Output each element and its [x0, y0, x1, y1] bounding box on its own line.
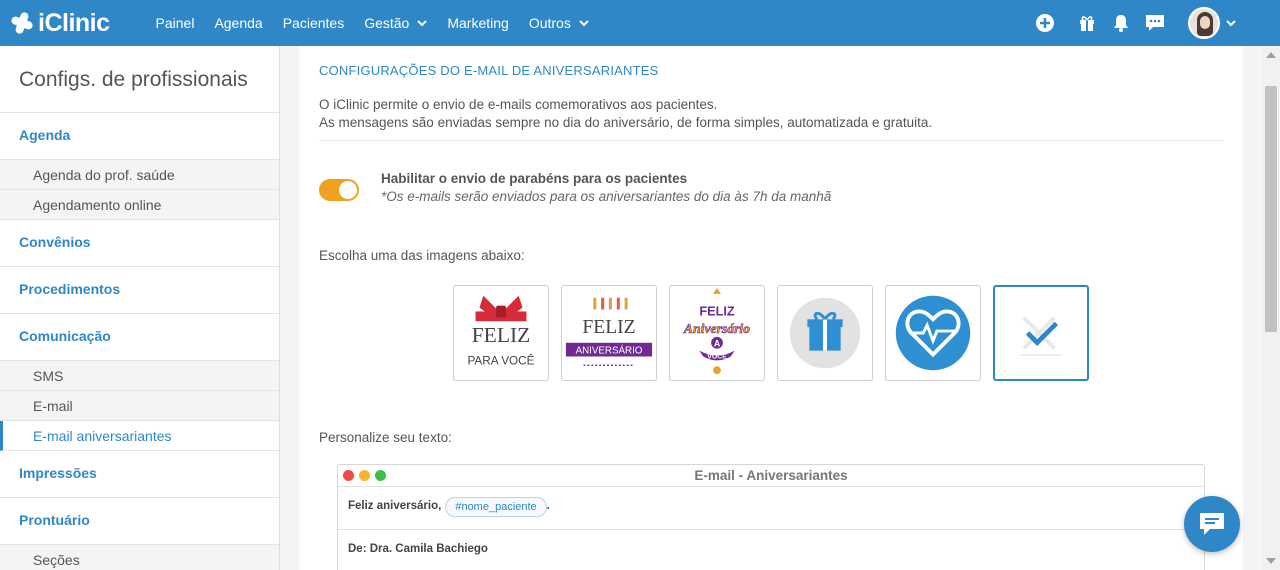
patient-name-tag[interactable]: #nome_paciente: [445, 497, 547, 517]
party-card-image: FELIZ Aniversário A VOCÊ: [683, 287, 751, 375]
sidebar-section-convenios[interactable]: Convênios: [0, 220, 279, 267]
nav-label: Marketing: [447, 15, 509, 31]
sidebar-title: Configs. de profissionais: [0, 46, 279, 113]
support-chat-button[interactable]: [1184, 496, 1240, 552]
sidebar-item-email[interactable]: E-mail: [0, 391, 279, 421]
sidebar-section-impressoes[interactable]: Impressões: [0, 451, 279, 498]
sidebar-section-procedimentos[interactable]: Procedimentos: [0, 267, 279, 314]
image-text: Aniversário: [683, 321, 750, 336]
sidebar-section-prontuario[interactable]: Prontuário: [0, 498, 279, 545]
logo-cross-icon: [11, 12, 33, 34]
nav-label: Agenda: [214, 15, 263, 31]
nav-label: Outros: [528, 15, 571, 31]
section-description: O iClinic permite o envio de e-mails com…: [319, 96, 932, 132]
avatar-face: [1200, 16, 1210, 29]
image-option-gift[interactable]: [777, 285, 873, 381]
top-navbar: iClinic Painel Agenda Pacientes Gestão M…: [0, 0, 1280, 46]
chat-icon[interactable]: [1144, 12, 1166, 34]
toggle-note: *Os e-mails serão enviados para os anive…: [381, 189, 832, 204]
image-text: PARA VOCÊ: [467, 354, 534, 367]
image-text: ANIVERSÁRIO: [576, 346, 643, 357]
heart-card-image: [895, 295, 971, 371]
sidebar-section-comunicacao[interactable]: Comunicação: [0, 314, 279, 361]
birthday-email-toggle[interactable]: [319, 179, 359, 201]
nav-gestao[interactable]: Gestão: [364, 15, 428, 31]
toggle-knob: [339, 181, 357, 199]
sidebar-item-sms[interactable]: SMS: [0, 361, 279, 391]
sidebar-section-agenda[interactable]: Agenda: [0, 113, 279, 160]
image-text: VOCÊ: [707, 351, 727, 360]
image-option-heart[interactable]: [885, 285, 981, 381]
nav-agenda[interactable]: Agenda: [214, 15, 262, 31]
gift-icon[interactable]: [1076, 12, 1098, 34]
image-text: FELIZ: [472, 323, 531, 347]
image-text: FELIZ: [582, 317, 635, 338]
gift-card-image: [789, 297, 861, 369]
editor-title: E-mail - Aniversariantes: [694, 468, 848, 483]
from-text: De: Dra. Camila Bachiego: [348, 543, 488, 555]
choose-image-label: Escolha uma das imagens abaixo:: [319, 248, 525, 263]
nav-painel[interactable]: Painel: [156, 15, 195, 31]
plus-circle-icon[interactable]: [1034, 12, 1056, 34]
scrollbar-thumb[interactable]: [1265, 86, 1277, 332]
sidebar-item-secoes[interactable]: Seções: [0, 545, 279, 570]
image-text: A: [714, 339, 721, 349]
sidebar-item-agendamento-online[interactable]: Agendamento online: [0, 190, 279, 220]
settings-sidebar: Configs. de profissionais Agenda Agenda …: [0, 46, 280, 570]
avatar[interactable]: [1188, 7, 1220, 39]
checkmark-icon: [1019, 316, 1063, 356]
nav-label: Painel: [155, 15, 195, 31]
description-line: O iClinic permite o envio de e-mails com…: [319, 97, 718, 112]
logo-text: iClinic: [38, 8, 110, 37]
candles-card-image: FELIZ ANIVERSÁRIO: [565, 297, 653, 367]
nav-label: Pacientes: [282, 15, 345, 31]
nav-label: Gestão: [364, 15, 410, 31]
section-title: CONFIGURAÇÕES DO E-MAIL DE ANIVERSARIANT…: [319, 63, 659, 78]
toggle-label: Habilitar o envio de parabéns para os pa…: [381, 171, 688, 186]
image-text: FELIZ: [699, 303, 735, 318]
iclinic-logo[interactable]: iClinic: [10, 9, 110, 38]
greeting-text: Feliz aniversário,: [348, 500, 442, 512]
chevron-down-icon[interactable]: [1226, 18, 1236, 28]
description-line: As mensagens são enviadas sempre no dia …: [319, 115, 933, 130]
image-option-feliz-para-voce[interactable]: FELIZ PARA VOCÊ: [453, 285, 549, 381]
chat-bubble-icon: [1200, 513, 1224, 535]
image-option-feliz-aniversario[interactable]: FELIZ ANIVERSÁRIO: [561, 285, 657, 381]
image-option-feliz-aniversario-a-voce[interactable]: FELIZ Aniversário A VOCÊ: [669, 285, 765, 381]
sidebar-item-agenda-prof[interactable]: Agenda do prof. saúde: [0, 160, 279, 190]
personalize-label: Personalize seu texto:: [319, 430, 452, 445]
ribbon-card-image: FELIZ PARA VOCÊ: [467, 295, 535, 367]
top-actions: [1022, 0, 1236, 46]
greeting-end: .: [546, 500, 550, 512]
nav-pacientes[interactable]: Pacientes: [283, 15, 344, 31]
editor-titlebar: E-mail - Aniversariantes: [338, 465, 1204, 487]
sidebar-item-email-aniversariantes[interactable]: E-mail aniversariantes: [0, 421, 279, 451]
chevron-down-icon: [579, 20, 589, 27]
scroll-up-arrow-icon[interactable]: [1266, 52, 1276, 58]
divider: [319, 140, 1223, 141]
image-option-none-selected[interactable]: [993, 285, 1089, 381]
email-editor[interactable]: E-mail - Aniversariantes Feliz aniversár…: [337, 464, 1205, 570]
nav-marketing[interactable]: Marketing: [447, 15, 508, 31]
scroll-down-arrow-icon[interactable]: [1266, 558, 1276, 564]
main-nav: Painel Agenda Pacientes Gestão Marketing…: [156, 15, 609, 31]
nav-outros[interactable]: Outros: [529, 15, 589, 31]
main-content: CONFIGURAÇÕES DO E-MAIL DE ANIVERSARIANT…: [299, 46, 1243, 570]
chevron-down-icon: [417, 20, 428, 27]
bell-icon[interactable]: [1110, 12, 1132, 34]
from-line[interactable]: De: Dra. Camila Bachiego: [338, 530, 1204, 570]
greeting-line[interactable]: Feliz aniversário, #nome_paciente .: [338, 487, 1204, 530]
